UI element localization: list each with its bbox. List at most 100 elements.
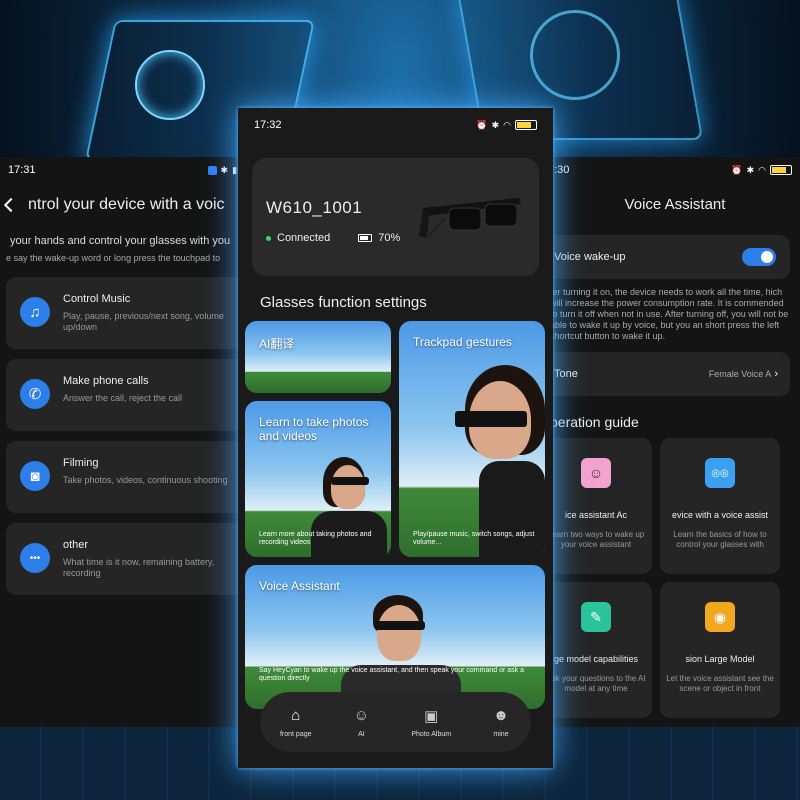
- camera-icon: ◙: [20, 461, 50, 491]
- tile-ai-translate[interactable]: AI翻译: [245, 321, 391, 393]
- battery-level: 70%: [378, 232, 401, 244]
- holographic-ring: [530, 10, 620, 100]
- sunglasses-shape: [331, 477, 369, 485]
- status-time: 17:31: [8, 164, 36, 176]
- bluetooth-icon: ✱: [491, 119, 500, 130]
- device-card[interactable]: W610_1001 Connected 70%: [252, 158, 539, 276]
- tone-row[interactable]: Tone Female Voice A ›: [540, 352, 790, 396]
- guide-card-desc: Learn the basics of how to control your …: [673, 530, 767, 549]
- nav-photo-album[interactable]: ▣ Photo Album: [411, 707, 451, 738]
- profile-icon: ☻: [493, 707, 509, 724]
- smart-glasses-image: [419, 198, 521, 238]
- music-note-icon: ♫: [20, 297, 50, 327]
- guide-card-title: ice assistant Ac: [564, 510, 628, 520]
- feature-card-other[interactable]: ••• other What time is it now, remaining…: [6, 523, 244, 595]
- voice-wakeup-row: Voice wake-up: [540, 235, 790, 279]
- page-title: ntrol your device with a voic: [28, 196, 225, 213]
- tile-label: AI翻译: [259, 337, 295, 351]
- nav-label: Photo Album: [411, 730, 452, 738]
- guide-card-desc: Ask your questions to the AI model at an…: [546, 674, 646, 693]
- glasses-icon: ◎◎: [705, 458, 735, 488]
- nav-mine[interactable]: ☻ mine: [491, 707, 511, 738]
- sunglasses-shape: [375, 621, 425, 630]
- battery-icon: [358, 234, 373, 242]
- connection-status: Connected: [277, 232, 331, 244]
- guide-card-desc: Learn two ways to wake up your voice ass…: [547, 530, 645, 549]
- intro-text: your hands and control your glasses with…: [10, 235, 231, 247]
- tile-desc: Learn more about taking photos and recor…: [259, 531, 372, 546]
- person-face: [331, 465, 365, 509]
- battery-icon: [770, 165, 792, 175]
- intro-hint: e say the wake-up word or long press the…: [6, 253, 221, 263]
- notification-icon: [207, 165, 217, 175]
- bluetooth-icon: ✱: [220, 164, 229, 175]
- page-header: ntrol your device with a voic: [0, 183, 250, 227]
- feature-title: Filming: [63, 457, 99, 469]
- feature-desc: What time is it now, remaining battery, …: [63, 557, 215, 578]
- robot-icon: ☺: [353, 707, 370, 724]
- guide-card-model[interactable]: ✎ ge model capabilities Ask your questio…: [540, 582, 652, 718]
- eye-icon: ◉: [705, 602, 735, 632]
- feature-title: Control Music: [63, 293, 131, 305]
- status-time: 17:32: [254, 119, 282, 131]
- bluetooth-icon: ✱: [746, 164, 755, 175]
- left-phone-screen: 17:31 ✱ ▮▮ ntrol your device with a voic…: [0, 157, 250, 727]
- feature-card-calls[interactable]: ✆ Make phone calls Answer the call, reje…: [6, 359, 244, 431]
- feature-card-music[interactable]: ♫ Control Music Play, pause, previous/ne…: [6, 277, 244, 349]
- center-phone-screen: 17:32 ⏰ ✱ ◠ W610_1001 Connected 70% Glas…: [238, 108, 553, 768]
- function-tiles: AI翻译 Trackpad gestures Play/pause music,…: [238, 321, 553, 721]
- alarm-icon: ⏰: [731, 164, 743, 175]
- wifi-icon: ◠: [503, 119, 511, 130]
- tile-desc: Say HeyCyan to wake up the voice assista…: [259, 667, 524, 682]
- document-icon: ✎: [581, 602, 611, 632]
- alarm-icon: ⏰: [476, 119, 488, 130]
- guide-card-assistant[interactable]: ☺ ice assistant Ac Learn two ways to wak…: [540, 438, 652, 574]
- tile-label: Trackpad gestures: [413, 335, 512, 349]
- home-icon: ⌂: [291, 707, 301, 724]
- feature-desc: Take photos, videos, continuous shooting: [63, 475, 228, 485]
- photo-album-icon: ▣: [424, 707, 439, 725]
- guide-card-title: sion Large Model: [685, 654, 755, 664]
- nav-label: AI: [358, 730, 365, 738]
- tone-value: Female Voice A: [708, 369, 772, 379]
- status-icons: ✱ ▮▮: [207, 164, 242, 176]
- wifi-icon: ◠: [758, 164, 766, 175]
- sunglasses-shape: [455, 411, 527, 427]
- tile-desc: Play/pause music, switch songs, adjust v…: [413, 531, 535, 546]
- nav-label: front page: [279, 730, 312, 738]
- guide-card-desc: Let the voice assistant see the scene or…: [666, 674, 774, 693]
- tone-label: Tone: [554, 368, 578, 380]
- tile-trackpad-gestures[interactable]: Trackpad gestures Play/pause music, swit…: [399, 321, 545, 557]
- tile-voice-assistant[interactable]: Voice Assistant Say HeyCyan to wake up t…: [245, 565, 545, 709]
- chevron-right-icon: ›: [774, 368, 778, 380]
- tile-label: Voice Assistant: [259, 579, 340, 593]
- voice-wakeup-note: ter turning it on, the device needs to w…: [550, 287, 789, 341]
- more-dots-icon: •••: [20, 543, 50, 573]
- tile-photos-videos[interactable]: Learn to take photos and videos Learn mo…: [245, 401, 391, 557]
- guide-card-title: evice with a voice assist: [671, 510, 769, 520]
- guide-title: peration guide: [550, 414, 639, 430]
- feature-title: other: [63, 539, 89, 551]
- globe-icon: [135, 50, 205, 120]
- feature-desc: Play, pause, previous/next song, volume …: [63, 311, 224, 332]
- feature-desc: Answer the call, reject the call: [63, 393, 183, 403]
- guide-card-vision[interactable]: ◉ sion Large Model Let the voice assista…: [660, 582, 780, 718]
- right-phone-screen: 7:30 ⏰ ✱ ◠ Voice Assistant Voice wake-up…: [540, 157, 800, 727]
- robot-icon: ☺: [581, 458, 611, 488]
- status-bar: 17:31 ✱ ▮▮: [0, 157, 250, 183]
- status-icons: ⏰ ✱ ◠: [731, 165, 792, 176]
- bottom-nav: ⌂ front page ☺ AI ▣ Photo Album ☻ mine: [260, 692, 531, 752]
- status-icons: ⏰ ✱ ◠: [476, 120, 537, 131]
- feature-card-filming[interactable]: ◙ Filming Take photos, videos, continuou…: [6, 441, 244, 513]
- back-arrow-icon[interactable]: [3, 197, 19, 213]
- voice-wakeup-toggle[interactable]: [742, 248, 776, 266]
- tile-label: Learn to take photos and videos: [259, 415, 369, 443]
- status-bar: 7:30 ⏰ ✱ ◠: [540, 157, 800, 183]
- nav-front-page[interactable]: ⌂ front page: [280, 707, 312, 738]
- page-title: Voice Assistant: [624, 196, 726, 213]
- battery-icon: [515, 120, 537, 130]
- nav-ai[interactable]: ☺ AI: [351, 707, 371, 738]
- guide-card-control[interactable]: ◎◎ evice with a voice assist Learn the b…: [660, 438, 780, 574]
- guide-grid: ☺ ice assistant Ac Learn two ways to wak…: [540, 438, 800, 718]
- feature-title: Make phone calls: [63, 375, 149, 387]
